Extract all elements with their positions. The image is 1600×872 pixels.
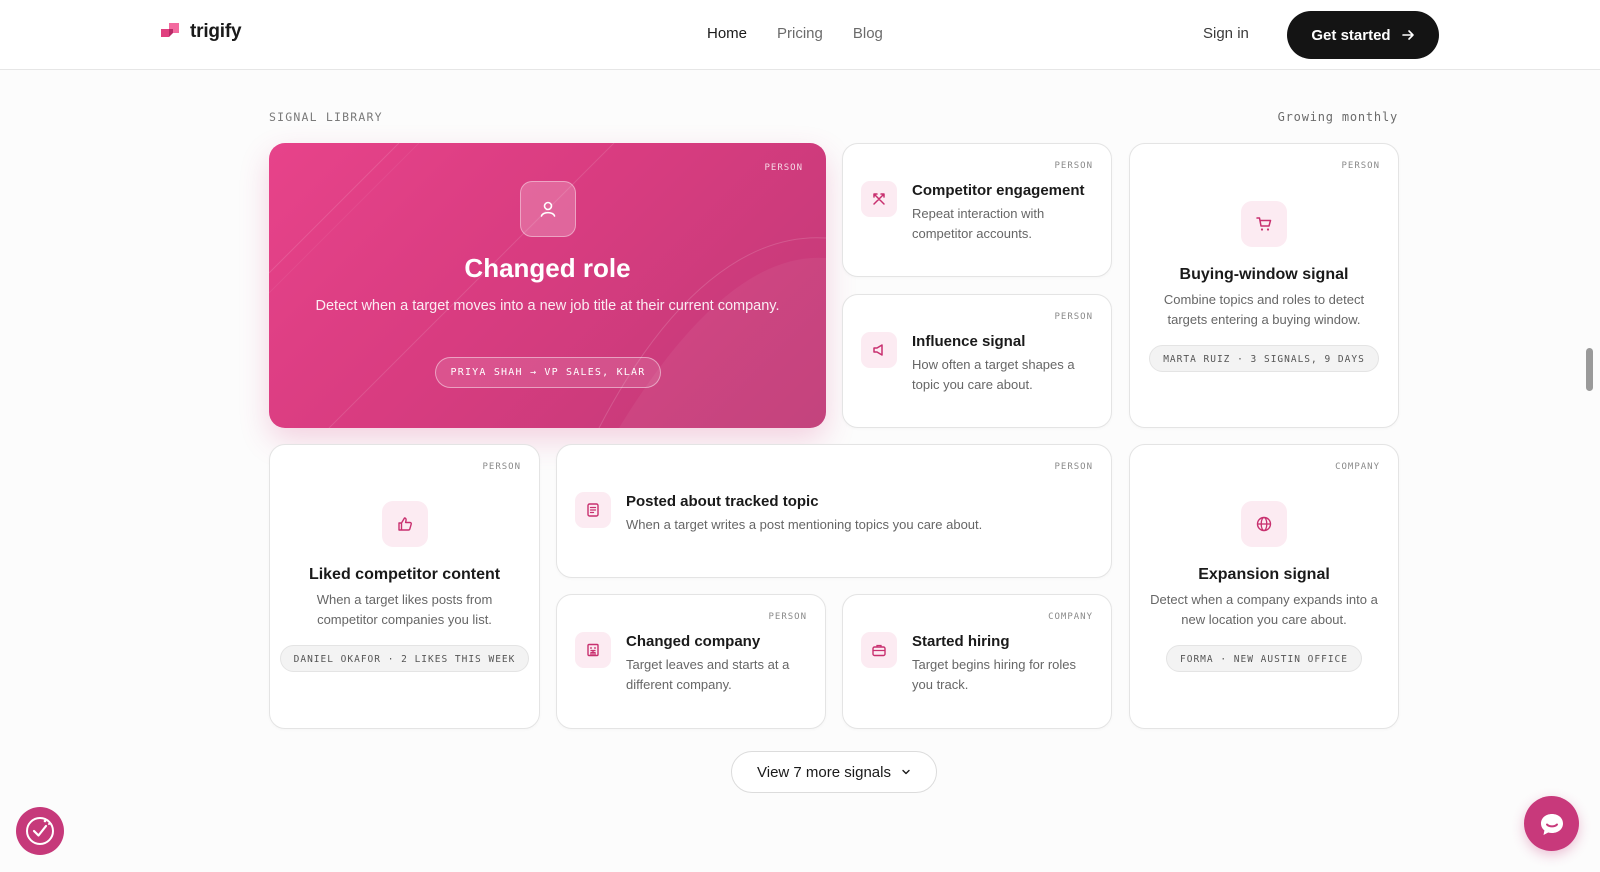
logo[interactable]: trigify	[158, 20, 242, 44]
card-influence-signal[interactable]: PERSON Influence signal How often a targ…	[842, 294, 1112, 428]
card-liked-competitor-content[interactable]: PERSON Liked competitor content When a t…	[269, 444, 540, 729]
example-pill: FORMA · NEW AUSTIN OFFICE	[1166, 645, 1362, 672]
card-tag: PERSON	[482, 462, 521, 472]
card-competitor-engagement[interactable]: PERSON Competitor engagement Repeat inte…	[842, 143, 1112, 277]
card-tag: PERSON	[1054, 312, 1093, 322]
card-tag: COMPANY	[1048, 612, 1093, 622]
trigify-logo-icon	[158, 20, 182, 44]
hero-tag: PERSON	[764, 163, 803, 173]
example-pill: MARTA RUIZ · 3 SIGNALS, 9 DAYS	[1149, 345, 1379, 372]
card-tag: PERSON	[768, 612, 807, 622]
top-nav: trigify Home Pricing Blog Sign in Get st…	[0, 0, 1600, 70]
card-expansion-signal[interactable]: COMPANY Expansion signal Detect when a c…	[1129, 444, 1399, 729]
card-tag: COMPANY	[1335, 462, 1380, 472]
nav-links: Home Pricing Blog	[707, 25, 883, 42]
card-title: Posted about tracked topic	[626, 493, 819, 510]
card-changed-company[interactable]: PERSON Changed company Target leaves and…	[556, 594, 826, 729]
cart-icon	[1241, 201, 1287, 247]
document-icon	[575, 492, 611, 528]
card-title: Buying-window signal	[1179, 266, 1349, 283]
sign-in-link[interactable]: Sign in	[1203, 25, 1249, 42]
crossed-swords-icon	[861, 181, 897, 217]
hero-example-pill: PRIYA SHAH → VP SALES, KLAR	[435, 357, 661, 388]
view-more-label: View 7 more signals	[757, 763, 891, 781]
chat-bubble-icon	[1540, 813, 1563, 835]
card-description: Target begins hiring for roles you track…	[912, 657, 1077, 692]
section-right-label: Growing monthly	[1277, 110, 1398, 124]
get-started-label: Get started	[1311, 26, 1391, 44]
cookie-consent-button[interactable]	[16, 807, 64, 855]
arrow-right-icon	[1401, 30, 1414, 40]
card-description: Target leaves and starts at a different …	[626, 657, 790, 692]
hero-card-changed-role[interactable]: PERSON Changed role Detect when a target…	[269, 143, 826, 428]
card-description: When a target likes posts from competito…	[316, 592, 493, 627]
nav-link-blog[interactable]: Blog	[853, 25, 883, 42]
card-buying-window-signal[interactable]: PERSON Buying-window signal Combine topi…	[1129, 143, 1399, 428]
card-title: Liked competitor content	[308, 566, 501, 583]
card-tag: PERSON	[1341, 161, 1380, 171]
nav-link-home[interactable]: Home	[707, 25, 747, 42]
card-description: When a target writes a post mentioning t…	[626, 517, 983, 532]
card-description: Detect when a company expands into a new…	[1150, 592, 1378, 627]
building-icon	[575, 632, 611, 668]
chat-launcher-button[interactable]	[1524, 796, 1579, 851]
scrollbar-thumb[interactable]	[1586, 348, 1593, 391]
section-label: SIGNAL LIBRARY	[269, 110, 383, 124]
thumbs-up-icon	[381, 501, 428, 547]
megaphone-icon	[861, 332, 897, 368]
globe-icon	[1241, 501, 1287, 547]
card-title: Changed company	[626, 633, 761, 650]
nav-link-pricing[interactable]: Pricing	[777, 25, 823, 42]
logo-text: trigify	[190, 21, 242, 42]
card-title: Influence signal	[912, 333, 1026, 350]
card-title: Started hiring	[912, 633, 1010, 650]
card-started-hiring[interactable]: COMPANY Started hiring Target begins hir…	[842, 594, 1112, 729]
cookie-check-icon	[26, 817, 54, 845]
card-description: Repeat interaction with competitor accou…	[912, 206, 1045, 241]
example-pill: DANIEL OKAFOR · 2 LIKES THIS WEEK	[279, 645, 530, 672]
hero-description: Detect when a target moves into a new jo…	[315, 298, 780, 314]
briefcase-icon	[861, 632, 897, 668]
view-more-signals-button[interactable]: View 7 more signals	[731, 751, 937, 793]
card-posted-about-topic[interactable]: PERSON Posted about tracked topic When a…	[556, 444, 1112, 578]
card-tag: PERSON	[1054, 462, 1093, 472]
hero-title: Changed role	[464, 253, 631, 283]
chevron-down-icon	[902, 769, 910, 775]
card-tag: PERSON	[1054, 161, 1093, 171]
get-started-button[interactable]: Get started	[1287, 11, 1439, 59]
card-title: Expansion signal	[1198, 566, 1330, 583]
person-icon	[520, 181, 576, 237]
card-description: How often a target shapes a topic you ca…	[912, 357, 1075, 392]
card-title: Competitor engagement	[912, 182, 1085, 199]
card-description: Combine topics and roles to detect targe…	[1163, 292, 1365, 327]
